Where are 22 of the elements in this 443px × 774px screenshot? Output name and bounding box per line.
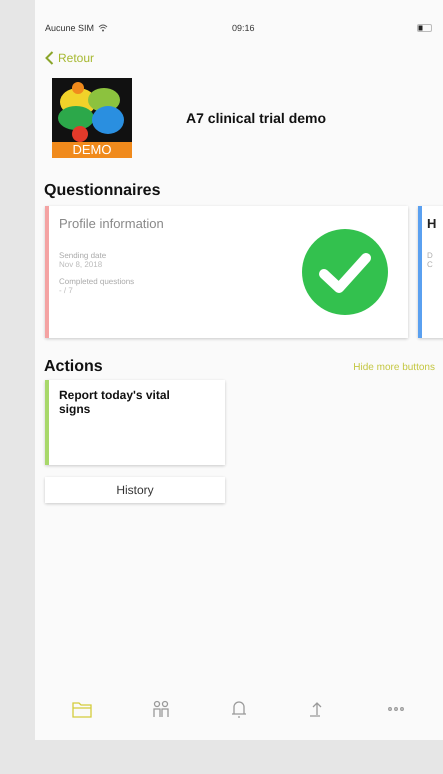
field-value: Nov 8, 2018 (59, 260, 104, 269)
battery-icon (417, 24, 433, 32)
field-label: D (427, 251, 434, 260)
card-title: Profile information (59, 216, 165, 231)
chevron-left-icon (45, 51, 54, 65)
study-logo: DEMO (52, 78, 132, 158)
field-label: Sending date (59, 251, 108, 260)
questionnaire-card[interactable]: Profile information Sending date Nov 8, 2018 Completed questions - / 7 (45, 206, 408, 338)
field-value: - / 7 (59, 286, 74, 295)
questionnaire-card[interactable]: H D C (418, 206, 443, 338)
card-title: H (427, 216, 438, 231)
section-heading: Actions (44, 358, 103, 376)
action-card[interactable]: Report today's vital signs (45, 380, 225, 465)
field-label: Completed questions (59, 277, 136, 286)
status-time: 09:16 (232, 23, 255, 33)
carrier-name: Aucune SIM (45, 23, 94, 33)
study-title: A7 clinical trial demo (186, 110, 326, 126)
action-title: Report today's vital signs (58, 387, 171, 418)
section-heading: Questionnaires (44, 182, 162, 200)
history-button[interactable]: History (45, 477, 225, 503)
field-label: C (427, 260, 434, 269)
wifi-icon (98, 24, 108, 32)
